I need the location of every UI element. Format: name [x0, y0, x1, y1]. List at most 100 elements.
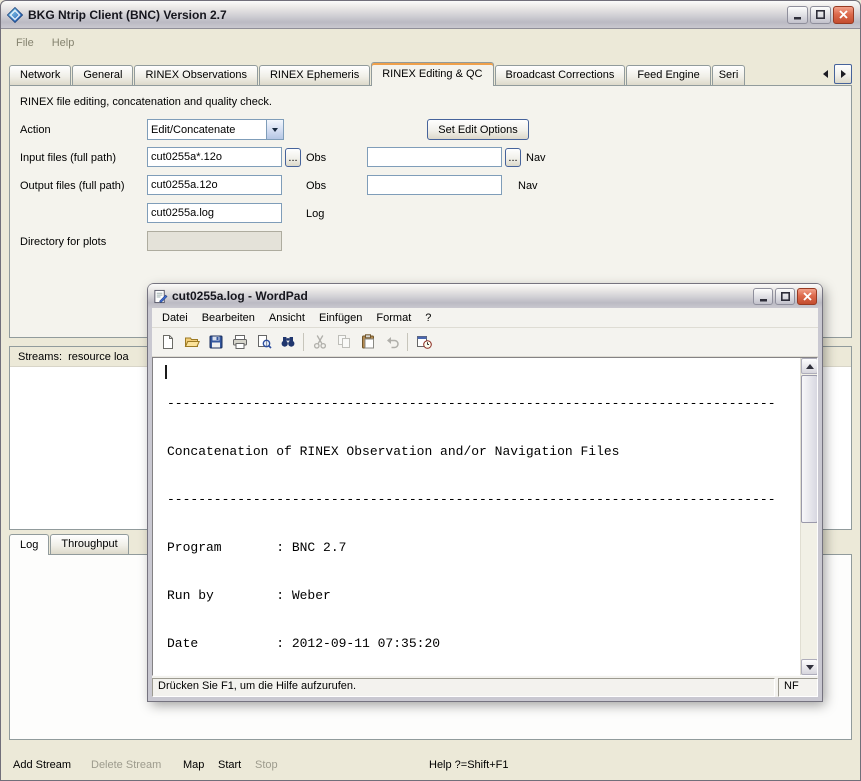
action-select[interactable]: Edit/Concatenate: [147, 119, 284, 140]
menu-datei[interactable]: Datei: [155, 310, 195, 326]
browse-input-obs-button[interactable]: ...: [285, 148, 301, 167]
bnc-titlebar: BKG Ntrip Client (BNC) Version 2.7: [1, 1, 860, 29]
tab-rinex-editing-qc[interactable]: RINEX Editing & QC: [371, 62, 493, 86]
log-line: Date : 2012-09-11 07:35:20: [167, 636, 800, 652]
copy-button[interactable]: [332, 331, 355, 354]
output-obs-suffix-label: Obs: [306, 180, 326, 192]
input-nav-field[interactable]: [367, 147, 502, 167]
wordpad-maximize-button[interactable]: [775, 288, 795, 305]
start-button[interactable]: Start: [218, 759, 241, 771]
copy-icon: [336, 334, 352, 350]
input-nav-suffix-label: Nav: [526, 152, 546, 164]
help-shortcut-button[interactable]: Help ?=Shift+F1: [429, 759, 509, 771]
print-icon: [232, 334, 248, 350]
menu-bearbeiten[interactable]: Bearbeiten: [195, 310, 262, 326]
stop-button[interactable]: Stop: [255, 759, 278, 771]
toolbar-separator: [407, 333, 408, 351]
find-button[interactable]: [276, 331, 299, 354]
bnc-maximize-button[interactable]: [810, 6, 831, 24]
bnc-minimize-button[interactable]: [787, 6, 808, 24]
vertical-scrollbar[interactable]: [800, 358, 817, 675]
bnc-tabbar: Network General RINEX Observations RINEX…: [9, 59, 852, 85]
paste-clipboard-icon: [360, 334, 376, 350]
set-edit-options-button[interactable]: Set Edit Options: [427, 119, 529, 140]
wordpad-toolbar: [152, 328, 818, 357]
tab-throughput[interactable]: Throughput: [50, 534, 128, 554]
wordpad-titlebar: cut0255a.log - WordPad: [148, 284, 822, 308]
action-label: Action: [20, 124, 51, 136]
menu-hilfe[interactable]: ?: [418, 310, 438, 326]
undo-arrow-icon: [384, 334, 400, 350]
undo-button[interactable]: [380, 331, 403, 354]
print-button[interactable]: [228, 331, 251, 354]
browse-input-nav-button[interactable]: ...: [505, 148, 521, 167]
menu-file[interactable]: File: [7, 34, 43, 52]
output-nav-suffix-label: Nav: [518, 180, 538, 192]
input-obs-suffix-label: Obs: [306, 152, 326, 164]
output-log-suffix-label: Log: [306, 208, 324, 220]
plots-dir-label: Directory for plots: [20, 236, 106, 248]
bnc-app-icon: [7, 7, 23, 23]
wordpad-menubar: Datei Bearbeiten Ansicht Einfügen Format…: [152, 308, 818, 328]
tab-feed-engine[interactable]: Feed Engine: [626, 65, 710, 85]
tab-scroll-left-button[interactable]: [818, 64, 833, 84]
statusbar-help-text: Drücken Sie F1, um die Hilfe aufzurufen.: [152, 678, 775, 697]
print-preview-button[interactable]: [252, 331, 275, 354]
log-tabbar: Log Throughput: [9, 532, 130, 554]
tab-rinex-ephemeris[interactable]: RINEX Ephemeris: [259, 65, 370, 85]
document-text: ----------------------------------------…: [153, 358, 800, 675]
bnc-menubar: File Help: [1, 30, 860, 55]
input-obs-field[interactable]: [147, 147, 282, 167]
map-button[interactable]: Map: [183, 759, 204, 771]
input-files-label: Input files (full path): [20, 152, 116, 164]
menu-einfuegen[interactable]: Einfügen: [312, 310, 369, 326]
document-area[interactable]: ----------------------------------------…: [152, 357, 818, 676]
new-document-button[interactable]: [156, 331, 179, 354]
add-stream-button[interactable]: Add Stream: [13, 759, 71, 771]
statusbar-num-indicator: NF: [778, 678, 818, 697]
open-button[interactable]: [180, 331, 203, 354]
print-preview-icon: [256, 334, 272, 350]
wordpad-statusbar: Drücken Sie F1, um die Hilfe aufzurufen.…: [152, 676, 818, 697]
action-dropdown-button[interactable]: [266, 120, 283, 139]
paste-button[interactable]: [356, 331, 379, 354]
tab-general[interactable]: General: [72, 65, 133, 85]
menu-format[interactable]: Format: [369, 310, 418, 326]
scrollbar-thumb[interactable]: [801, 375, 818, 523]
log-line: ----------------------------------------…: [167, 396, 800, 412]
output-nav-field[interactable]: [367, 175, 502, 195]
plots-dir-field: [147, 231, 282, 251]
chevron-down-icon: [272, 128, 278, 132]
date-time-button[interactable]: [412, 331, 435, 354]
output-obs-field[interactable]: [147, 175, 282, 195]
output-log-field[interactable]: [147, 203, 282, 223]
wordpad-minimize-button[interactable]: [753, 288, 773, 305]
save-button[interactable]: [204, 331, 227, 354]
new-document-icon: [160, 334, 176, 350]
wordpad-close-button[interactable]: [797, 288, 817, 305]
bnc-close-button[interactable]: [833, 6, 854, 24]
menu-ansicht[interactable]: Ansicht: [262, 310, 312, 326]
tab-scroll-right-button[interactable]: [834, 64, 852, 84]
open-folder-icon: [184, 334, 200, 350]
log-line: Program : BNC 2.7: [167, 540, 800, 556]
cut-button[interactable]: [308, 331, 331, 354]
log-line: Run by : Weber: [167, 588, 800, 604]
scrollbar-up-button[interactable]: [801, 358, 818, 374]
chevron-left-icon: [823, 70, 828, 78]
wordpad-window-title: cut0255a.log - WordPad: [172, 289, 749, 303]
date-time-icon: [416, 334, 432, 350]
output-files-label: Output files (full path): [20, 180, 125, 192]
panel-description: RINEX file editing, concatenation and qu…: [20, 96, 272, 108]
tab-log[interactable]: Log: [9, 534, 49, 555]
tab-serial-truncated[interactable]: Seri: [712, 65, 746, 85]
tab-rinex-observations[interactable]: RINEX Observations: [134, 65, 257, 85]
tab-broadcast-corrections[interactable]: Broadcast Corrections: [495, 65, 626, 85]
menu-help[interactable]: Help: [43, 34, 84, 52]
tab-network[interactable]: Network: [9, 65, 71, 85]
find-binoculars-icon: [280, 334, 296, 350]
scrollbar-down-button[interactable]: [801, 659, 818, 675]
log-line: ----------------------------------------…: [167, 492, 800, 508]
delete-stream-button[interactable]: Delete Stream: [91, 759, 161, 771]
wordpad-app-icon: [153, 289, 168, 304]
